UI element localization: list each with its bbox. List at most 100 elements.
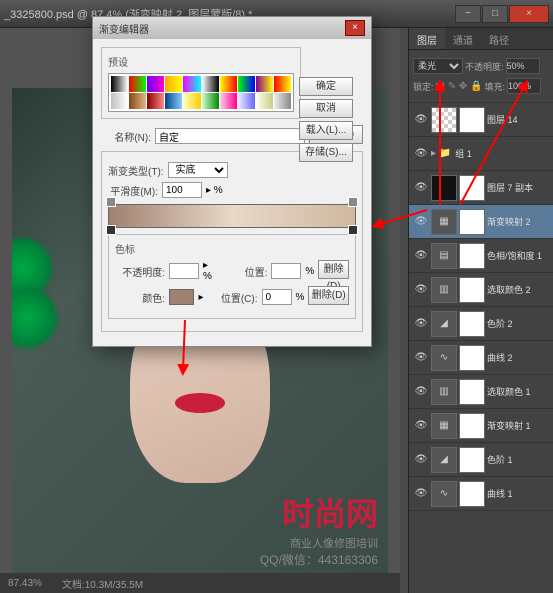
layer-name: 图层 14 — [487, 113, 551, 126]
visibility-toggle[interactable]: 👁 — [414, 351, 428, 365]
layer-name: 选取颜色 2 — [487, 283, 551, 296]
position-input[interactable] — [271, 263, 301, 279]
opacity-stop-input[interactable] — [169, 263, 199, 279]
preset-swatch[interactable] — [111, 93, 128, 109]
adjustment-thumb: ▦ — [431, 413, 457, 439]
preset-swatch[interactable] — [202, 93, 219, 109]
tab-layers[interactable]: 图层 — [409, 28, 445, 49]
preset-swatch[interactable] — [129, 76, 146, 92]
preset-swatch[interactable] — [238, 93, 255, 109]
opacity-stop-right[interactable] — [348, 197, 358, 207]
preset-swatch[interactable] — [220, 76, 237, 92]
color-swatch[interactable] — [169, 289, 194, 305]
preset-swatch[interactable] — [165, 76, 182, 92]
mask-thumb — [459, 243, 485, 269]
preset-swatch[interactable] — [220, 93, 237, 109]
save-button[interactable]: 存储(S)... — [299, 143, 353, 162]
preset-swatch[interactable] — [183, 93, 200, 109]
gradient-preview-bar[interactable] — [108, 204, 356, 228]
color-stop-left[interactable] — [106, 225, 116, 235]
preset-swatch[interactable] — [274, 93, 291, 109]
gradient-name-input[interactable] — [155, 128, 305, 144]
smoothness-label: 平滑度(M): — [108, 183, 158, 198]
color-stop-label: 颜色: — [115, 290, 165, 305]
zoom-level[interactable]: 87.43% — [8, 578, 42, 589]
tab-paths[interactable]: 路径 — [481, 28, 517, 49]
visibility-toggle[interactable]: 👁 — [414, 317, 428, 331]
layer-name: 选取颜色 1 — [487, 385, 551, 398]
minimize-button[interactable]: − — [455, 5, 481, 23]
lock-icons[interactable]: ▦ ✎ ✥ 🔒 — [436, 81, 483, 92]
layer-row[interactable]: 👁◢色阶 1 — [409, 443, 553, 477]
visibility-toggle[interactable]: 👁 — [414, 283, 428, 297]
smoothness-input[interactable] — [162, 182, 202, 198]
blend-mode-select[interactable]: 柔光 — [413, 58, 463, 74]
visibility-toggle[interactable]: 👁 — [414, 453, 428, 467]
layer-row[interactable]: 👁 图层 14 — [409, 103, 553, 137]
position2-input[interactable] — [262, 289, 292, 305]
preset-swatch[interactable] — [256, 93, 273, 109]
visibility-toggle[interactable]: 👁 — [414, 113, 428, 127]
preset-swatch[interactable] — [256, 76, 273, 92]
layer-row[interactable]: 👁▦ 渐变映射 1 — [409, 409, 553, 443]
status-bar: 87.43% 文档:10.3M/35.5M — [0, 573, 400, 593]
layer-thumb — [431, 175, 457, 201]
close-button[interactable]: × — [509, 5, 549, 23]
layer-row[interactable]: 👁∿曲线 2 — [409, 341, 553, 375]
layer-row[interactable]: 👁▥选取颜色 2 — [409, 273, 553, 307]
layer-row[interactable]: 👁图层 7 副本 — [409, 171, 553, 205]
preset-swatch[interactable] — [274, 76, 291, 92]
opacity-stop-left[interactable] — [106, 197, 116, 207]
layer-row[interactable]: 👁◢色阶 2 — [409, 307, 553, 341]
ok-button[interactable]: 确定 — [299, 77, 353, 96]
layer-fill-input[interactable] — [507, 78, 541, 94]
delete-stop-button[interactable]: 删除(D) — [318, 260, 349, 279]
layer-name: 渐变映射 1 — [487, 419, 551, 432]
preset-swatch[interactable] — [147, 93, 164, 109]
preset-swatch[interactable] — [202, 76, 219, 92]
visibility-toggle[interactable]: 👁 — [414, 147, 428, 161]
visibility-toggle[interactable]: 👁 — [414, 419, 428, 433]
visibility-toggle[interactable]: 👁 — [414, 385, 428, 399]
layer-name: 色阶 1 — [487, 453, 551, 466]
watermark: 时尚网 商业人像修图培训 QQ/微信：443163306 — [260, 489, 378, 568]
layer-row[interactable]: 👁∿ 曲线 1 — [409, 477, 553, 511]
adjustment-thumb: ∿ — [431, 481, 457, 507]
cancel-button[interactable]: 取消 — [299, 99, 353, 118]
layer-opacity-input[interactable] — [506, 58, 540, 74]
preset-swatch[interactable] — [111, 76, 128, 92]
delete-stop2-button[interactable]: 删除(D) — [308, 286, 349, 305]
preset-swatch[interactable] — [238, 76, 255, 92]
position-label: 位置: — [217, 264, 267, 279]
layer-row[interactable]: 👁▤色相/饱和度 1 — [409, 239, 553, 273]
visibility-toggle[interactable]: 👁 — [414, 249, 428, 263]
gradient-editor-dialog: 渐变编辑器 × 预设 确定 取消 载入(L)... 存储(S)... 名称(N)… — [92, 16, 372, 347]
visibility-toggle[interactable]: 👁 — [414, 181, 428, 195]
layer-name: 曲线 1 — [487, 487, 551, 500]
layer-list[interactable]: 👁图层 14👁▸ 📁组 1👁图层 7 副本👁▦渐变映射 2👁▤色相/饱和度 1👁… — [409, 103, 553, 583]
tab-channels[interactable]: 通道 — [445, 28, 481, 49]
preset-swatch[interactable] — [147, 76, 164, 92]
mask-thumb — [459, 175, 485, 201]
preset-swatch[interactable] — [165, 93, 182, 109]
preset-swatches[interactable] — [108, 73, 294, 112]
layer-row[interactable]: 👁▥选取颜色 1 — [409, 375, 553, 409]
doc-size: 文档:10.3M/35.5M — [62, 576, 143, 591]
load-button[interactable]: 载入(L)... — [299, 121, 353, 140]
maximize-button[interactable]: □ — [482, 5, 508, 23]
dialog-close-button[interactable]: × — [345, 20, 365, 36]
layer-row[interactable]: 👁▦渐变映射 2 — [409, 205, 553, 239]
dialog-titlebar[interactable]: 渐变编辑器 × — [93, 17, 371, 39]
layer-name: 色阶 2 — [487, 317, 551, 330]
color-stop-right[interactable] — [348, 225, 358, 235]
adjustment-thumb: ▦ — [431, 209, 457, 235]
preset-swatch[interactable] — [129, 93, 146, 109]
gradient-type-select[interactable]: 实底 — [168, 162, 228, 178]
preset-swatch[interactable] — [183, 76, 200, 92]
layer-row[interactable]: 👁▸ 📁组 1 — [409, 137, 553, 171]
visibility-toggle[interactable]: 👁 — [414, 215, 428, 229]
presets-label: 预设 — [108, 54, 294, 69]
visibility-toggle[interactable]: 👁 — [414, 487, 428, 501]
mask-thumb — [459, 379, 485, 405]
mask-thumb — [459, 345, 485, 371]
